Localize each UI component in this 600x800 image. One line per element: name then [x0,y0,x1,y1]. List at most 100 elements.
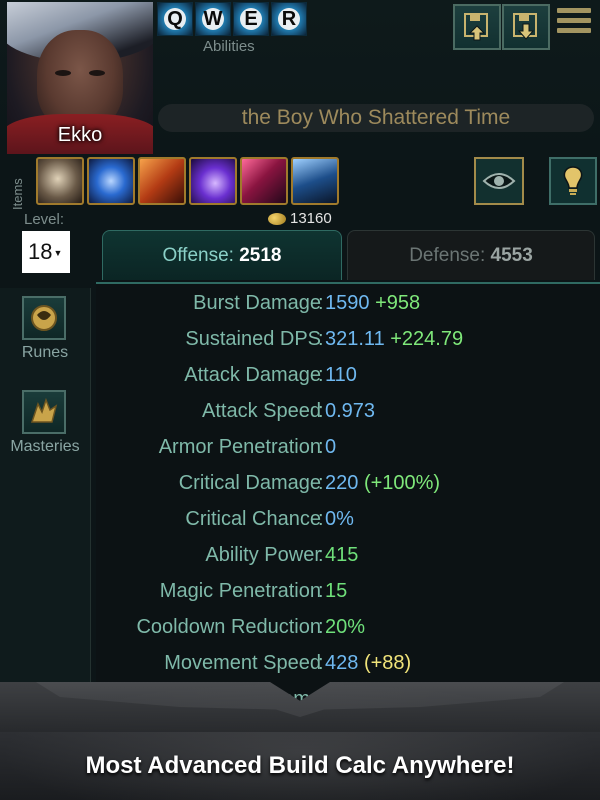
stat-value-group: 415 [325,538,358,572]
item-slot-6-icon[interactable] [291,157,339,205]
stat-value: 0% [325,508,354,530]
stat-name: Critical Chance [185,508,321,530]
ability-q-button[interactable]: Q [157,2,193,36]
item-slot-2-icon[interactable] [87,157,135,205]
stat-separator: : [318,652,324,674]
stat-row: Critical Damage:220 (+100%) [96,466,600,500]
stat-name: Sustained DPS [185,328,321,350]
stat-name: Attack Damage [184,364,321,386]
stat-name: Armor Penetration [158,436,321,458]
stat-row: Movement Speed:428 (+88) [96,646,600,680]
stat-value-group: 0 [325,430,336,464]
stat-bonus: (+100%) [363,472,441,494]
stat-value: 1590 [325,292,370,314]
stat-separator: : [318,436,324,458]
offense-stats-panel: Burst Damage:1590 +958 Sustained DPS:321.… [96,282,600,724]
gold-total: 13160 [268,210,332,227]
stat-value: 321.11 [325,328,385,350]
promo-banner-text: Most Advanced Build Calc Anywhere! [85,752,515,779]
defense-score: 4553 [490,245,533,266]
item-slot-4-icon[interactable] [189,157,237,205]
stat-value: 15 [325,580,348,602]
stat-separator: : [318,472,324,494]
stat-separator: : [318,292,324,314]
stat-name: Ability Power [205,544,321,566]
stat-row: Attack Speed:0.973 [96,394,600,428]
load-floppy-icon [513,13,537,40]
load-build-button[interactable] [502,4,550,50]
item-slot-1-icon[interactable] [36,157,84,205]
runes-label: Runes [21,344,69,361]
champion-title: the Boy Who Shattered Time [158,104,594,132]
stat-name: Critical Damage [178,472,321,494]
stat-bonus: (+88) [363,652,412,674]
stat-value: 220 [325,472,359,494]
stat-value: 428 [325,652,359,674]
dropdown-caret-icon: ▼ [53,248,63,259]
vision-toggle-button[interactable] [474,157,524,205]
runes-icon [31,305,57,331]
masteries-label: Masteries [10,438,80,455]
stat-bonus: +224.79 [390,328,464,350]
stat-row: Attack Damage:110 [96,358,600,392]
stat-name: Attack Speed [202,400,321,422]
save-floppy-icon [464,13,488,41]
tab-defense[interactable]: Defense: 4553 [347,230,595,280]
stat-value-group: 220 (+100%) [325,466,440,500]
stat-value-group: 110 [325,358,357,392]
stat-value-group: 0.973 [325,394,375,428]
champion-name: Ekko [57,124,103,146]
stat-name: Burst Damage [193,292,321,314]
hamburger-menu-icon[interactable] [557,8,591,40]
stat-value: 110 [325,364,357,386]
stat-separator: : [318,616,324,638]
stat-value: 415 [325,544,359,566]
masteries-button[interactable] [22,390,66,434]
runes-button[interactable] [22,296,66,340]
stat-value-group: 321.11 +224.79 [325,322,463,356]
masteries-icon [30,397,58,423]
stat-value-group: 428 (+88) [325,646,411,680]
stat-separator: : [318,400,324,422]
stat-row: Armor Penetration:0 [96,430,600,464]
level-label: Level: [24,211,65,228]
tab-offense[interactable]: Offense: 2518 [102,230,342,280]
stat-name: Magic Penetration [159,580,321,602]
stat-separator: : [318,364,324,386]
level-value: 18 [28,239,53,264]
tips-button[interactable] [549,157,597,205]
items-label: Items [10,178,25,210]
stat-row: Cooldown Reduction:20% [96,610,600,644]
stat-value: 20% [325,616,366,638]
stat-name: Movement Speed [164,652,321,674]
stat-row: Sustained DPS:321.11 +224.79 [96,322,600,356]
gold-coin-icon [268,212,286,225]
stat-value-group: 1590 +958 [325,286,420,320]
eye-icon [482,173,516,189]
stat-separator: : [318,544,324,566]
stat-separator: : [318,508,324,530]
item-slot-3-icon[interactable] [138,157,186,205]
offense-score: 2518 [239,245,282,266]
gold-value: 13160 [290,210,332,227]
abilities-label: Abilities [203,38,255,55]
stat-value: 0 [325,436,337,458]
item-slot-5-icon[interactable] [240,157,288,205]
ability-w-button[interactable]: W [195,2,231,36]
stat-value-group: 20% [325,610,365,644]
stat-value: 0.973 [325,400,376,422]
stat-separator: : [318,328,324,350]
ability-e-button[interactable]: E [233,2,269,36]
stat-separator: : [318,580,324,602]
stat-row: Magic Penetration:15 [96,574,600,608]
stat-row: Critical Chance:0% [96,502,600,536]
save-build-button[interactable] [453,4,501,50]
level-select[interactable]: 18▼ [22,231,70,273]
lightbulb-icon [563,166,583,195]
items-row [36,157,339,205]
stat-row: Burst Damage:1590 +958 [96,286,600,320]
stat-name: Cooldown Reduction [136,616,321,638]
abilities-bar: Q W E R [157,2,307,36]
stat-row: Ability Power:415 [96,538,600,572]
ability-r-button[interactable]: R [271,2,307,36]
